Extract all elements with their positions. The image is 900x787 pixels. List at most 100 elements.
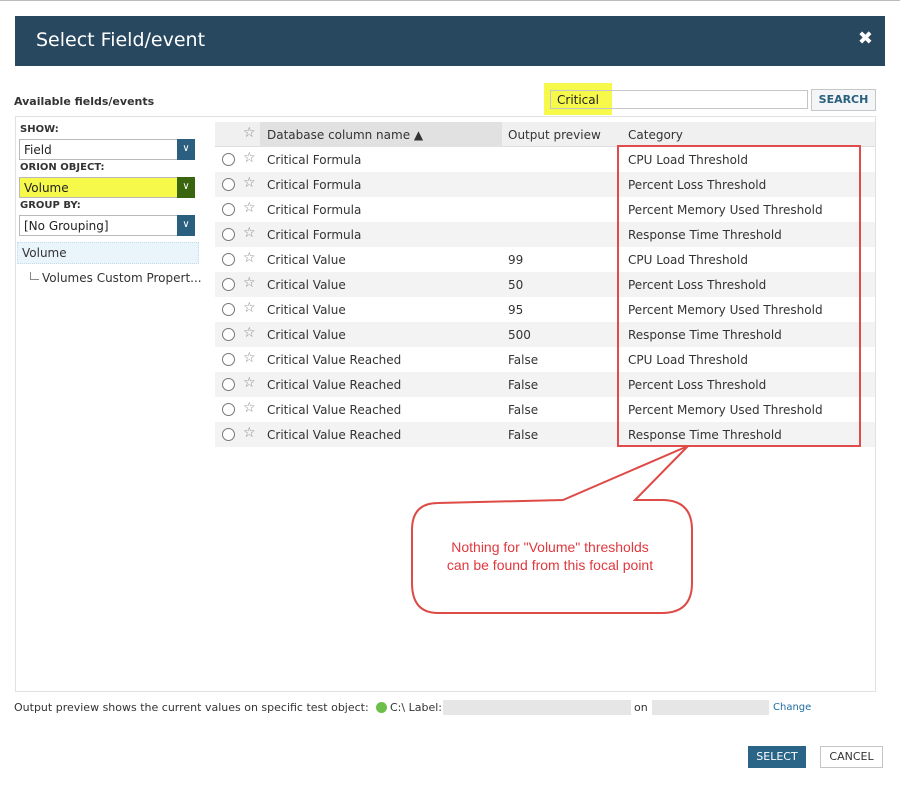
orion-object-label: ORION OBJECT: (20, 162, 105, 173)
star-icon[interactable]: ☆ (243, 200, 256, 216)
row-name: Critical Formula (267, 228, 362, 242)
star-icon[interactable]: ☆ (243, 300, 256, 316)
row-radio[interactable] (222, 428, 235, 441)
tree-item-volumes-custom-properties[interactable]: Volumes Custom Propert... (30, 271, 202, 285)
dialog-title: Select Field/event (36, 29, 206, 51)
table-row[interactable]: ☆ Critical Value 95 Percent Memory Used Thr… (215, 297, 875, 322)
grid-body: ☆ Critical Formula CPU Load Threshold ☆ Crit… (215, 147, 875, 447)
test-object-label: C:\ Label: (390, 701, 442, 714)
window-top-border (0, 0, 900, 1)
row-radio[interactable] (222, 403, 235, 416)
row-category: Percent Memory Used Threshold (628, 303, 823, 317)
row-category: Percent Memory Used Threshold (628, 203, 823, 217)
row-radio[interactable] (222, 153, 235, 166)
row-category: Percent Loss Threshold (628, 278, 767, 292)
row-preview: 500 (508, 328, 531, 342)
row-name: Critical Formula (267, 178, 362, 192)
chevron-down-icon[interactable]: ∨ (177, 215, 195, 236)
table-row[interactable]: ☆ Critical Value 50 Percent Loss Threshold (215, 272, 875, 297)
table-row[interactable]: ☆ Critical Value Reached False Percent Loss… (215, 372, 875, 397)
on-text: on (634, 701, 648, 714)
row-radio[interactable] (222, 278, 235, 291)
annotation-text: Nothing for "Volume" thresholds can be f… (414, 538, 686, 574)
star-icon[interactable]: ☆ (243, 225, 256, 241)
show-label: SHOW: (20, 124, 59, 135)
star-icon[interactable]: ☆ (243, 175, 256, 191)
group-by-label: GROUP BY: (20, 200, 81, 211)
cancel-button[interactable]: CANCEL (820, 746, 883, 768)
chevron-down-icon[interactable]: ∨ (177, 177, 195, 198)
chevron-down-icon[interactable]: ∨ (177, 139, 195, 160)
star-icon[interactable]: ☆ (243, 250, 256, 266)
row-name: Critical Value Reached (267, 353, 402, 367)
status-ok-icon (376, 702, 387, 713)
star-icon[interactable]: ☆ (243, 375, 256, 391)
tree-connector (30, 272, 39, 280)
star-icon[interactable]: ☆ (243, 275, 256, 291)
row-radio[interactable] (222, 303, 235, 316)
row-category: CPU Load Threshold (628, 253, 748, 267)
tree-item-volume[interactable]: Volume (17, 242, 199, 264)
group-by-select-value: [No Grouping] (24, 219, 109, 233)
table-row[interactable]: ☆ Critical Value Reached False Percent Memo… (215, 397, 875, 422)
grid-header: ☆ Database column name ▲ Output preview … (215, 122, 875, 147)
available-fields-label: Available fields/events (14, 95, 155, 108)
star-icon[interactable]: ☆ (243, 150, 256, 166)
row-radio[interactable] (222, 178, 235, 191)
redacted-node-value (652, 700, 769, 715)
search-input[interactable] (550, 90, 808, 109)
table-row[interactable]: ☆ Critical Value 99 CPU Load Threshold (215, 247, 875, 272)
show-select-value: Field (24, 143, 52, 157)
row-name: Critical Value Reached (267, 378, 402, 392)
star-icon[interactable]: ☆ (243, 425, 256, 441)
tree-item-label: Volumes Custom Propert... (42, 271, 202, 285)
table-row[interactable]: ☆ Critical Value Reached False Response Tim… (215, 422, 875, 447)
row-preview: 95 (508, 303, 524, 317)
row-preview: False (508, 353, 539, 367)
star-icon[interactable]: ☆ (243, 125, 256, 141)
table-row[interactable]: ☆ Critical Formula Percent Loss Threshold (215, 172, 875, 197)
change-link[interactable]: Change (773, 702, 811, 713)
row-name: Critical Value (267, 328, 346, 342)
column-header-name[interactable]: Database column name ▲ (267, 128, 423, 142)
table-row[interactable]: ☆ Critical Value 500 Response Time Threshol… (215, 322, 875, 347)
row-category: Response Time Threshold (628, 228, 782, 242)
search-button[interactable]: SEARCH (811, 89, 876, 111)
redacted-label-value (443, 700, 631, 715)
row-name: Critical Value (267, 303, 346, 317)
orion-object-select[interactable]: Volume ∨ (19, 177, 195, 198)
star-icon[interactable]: ☆ (243, 325, 256, 341)
row-category: CPU Load Threshold (628, 353, 748, 367)
row-name: Critical Value Reached (267, 428, 402, 442)
fields-grid: ☆ Database column name ▲ Output preview … (215, 122, 875, 447)
column-header-preview[interactable]: Output preview (508, 128, 601, 142)
row-radio[interactable] (222, 378, 235, 391)
row-name: Critical Value Reached (267, 403, 402, 417)
star-icon[interactable]: ☆ (243, 400, 256, 416)
row-category: Percent Loss Threshold (628, 178, 767, 192)
row-preview: 50 (508, 278, 524, 292)
row-radio[interactable] (222, 328, 235, 341)
column-header-category[interactable]: Category (628, 128, 683, 142)
row-radio[interactable] (222, 228, 235, 241)
row-category: Response Time Threshold (628, 328, 782, 342)
row-radio[interactable] (222, 253, 235, 266)
star-icon[interactable]: ☆ (243, 350, 256, 366)
table-row[interactable]: ☆ Critical Formula Response Time Threshold (215, 222, 875, 247)
row-name: Critical Formula (267, 203, 362, 217)
row-preview: False (508, 428, 539, 442)
group-by-select[interactable]: [No Grouping] ∨ (19, 215, 195, 236)
row-preview: 99 (508, 253, 524, 267)
row-name: Critical Value (267, 278, 346, 292)
row-radio[interactable] (222, 353, 235, 366)
show-select[interactable]: Field ∨ (19, 139, 195, 160)
close-icon[interactable]: ✖ (858, 29, 873, 49)
table-row[interactable]: ☆ Critical Formula Percent Memory Used Thr… (215, 197, 875, 222)
table-row[interactable]: ☆ Critical Value Reached False CPU Load Thr… (215, 347, 875, 372)
select-button[interactable]: SELECT (748, 746, 806, 768)
row-radio[interactable] (222, 203, 235, 216)
table-row[interactable]: ☆ Critical Formula CPU Load Threshold (215, 147, 875, 172)
annotation-line-2: can be found from this focal point (446, 557, 654, 573)
row-preview: False (508, 378, 539, 392)
row-name: Critical Value (267, 253, 346, 267)
